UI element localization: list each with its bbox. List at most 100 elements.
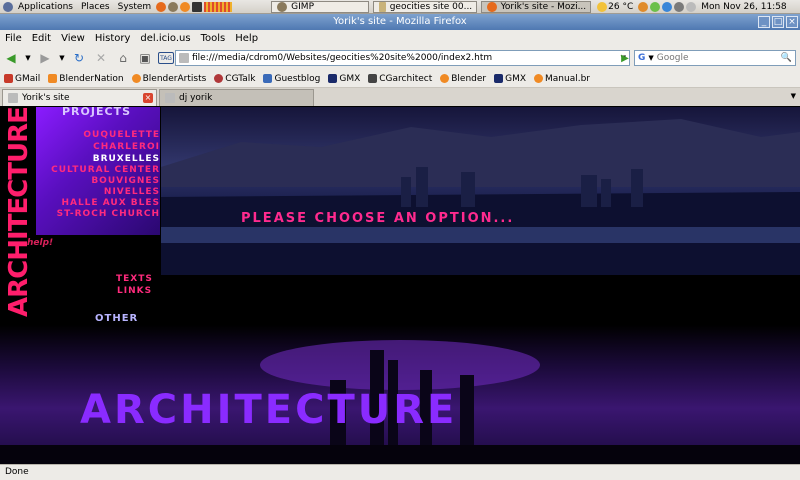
weather-temperature[interactable]: 26 °C [608, 2, 637, 12]
bookmarks-toolbar: GMail BlenderNation BlenderArtists CGTal… [0, 70, 800, 88]
search-engine-dropdown-icon[interactable]: ▼ [648, 54, 653, 62]
blender-icon [440, 74, 450, 83]
project-link-cultural-center[interactable]: CULTURAL CENTER [30, 165, 160, 175]
taskbar-firefox[interactable]: Yorik's site - Mozi... [481, 0, 592, 13]
blender-icon [131, 74, 141, 83]
bookmark-label: CGTalk [225, 73, 256, 84]
window-titlebar[interactable]: Yorik's site - Mozilla Firefox _ □ × [0, 14, 800, 30]
tray-icon-3[interactable] [662, 1, 673, 12]
tray-icon-2[interactable] [650, 1, 661, 12]
minimize-button[interactable]: _ [758, 16, 770, 28]
gnome-foot-icon[interactable] [3, 1, 13, 12]
go-button[interactable]: ▶ [616, 49, 634, 67]
bookmark-guestblog[interactable]: Guestblog [259, 74, 324, 84]
taskbar-geocities-label: geocities site 00... [389, 1, 473, 12]
mountain-silhouette [161, 119, 800, 275]
back-dropdown-icon[interactable]: ▼ [24, 49, 32, 67]
window-title: Yorik's site - Mozilla Firefox [333, 16, 467, 27]
cgarchitect-icon [368, 74, 378, 83]
gimp-icon [277, 1, 288, 12]
tab-bar: Yorik's site × dj yorik ▼ [0, 88, 800, 106]
system-monitor-icon [204, 1, 233, 12]
applications-menu[interactable]: Applications [14, 2, 77, 12]
bookmark-blenderartists[interactable]: BlenderArtists [128, 74, 211, 84]
bookmark-gmx[interactable]: GMX [324, 74, 364, 84]
bookmark-label: GMail [15, 73, 41, 84]
bookmark-label: Guestblog [274, 73, 321, 84]
firefox-launcher-icon[interactable] [156, 1, 167, 12]
bookmark-label: GMX [505, 73, 527, 84]
project-link-ouquelette[interactable]: OUQUELETTE [30, 130, 160, 140]
bottom-city-banner: ARCHITECTURE [0, 325, 800, 464]
url-bar[interactable]: ▼ [175, 50, 630, 66]
bookmark-page-icon[interactable]: ▣ [136, 49, 154, 67]
close-tab-icon[interactable]: × [143, 93, 153, 103]
reload-button[interactable]: ↻ [70, 49, 88, 67]
search-box[interactable]: G ▼ 🔍 [634, 50, 796, 66]
places-menu[interactable]: Places [77, 2, 114, 12]
project-link-bruxelles[interactable]: BRUXELLES [30, 154, 160, 164]
panel-clock[interactable]: Mon Nov 26, 11:58 [697, 2, 790, 12]
bookmark-blendernation[interactable]: BlenderNation [44, 74, 127, 84]
rss-icon [48, 74, 58, 83]
volume-icon[interactable] [686, 1, 697, 12]
search-go-icon[interactable]: 🔍 [781, 53, 795, 63]
google-search-icon[interactable]: G [635, 53, 648, 63]
project-link-nivelles[interactable]: NIVELLES [30, 187, 160, 197]
guestblog-icon [263, 74, 273, 83]
forward-button[interactable]: ▶ [36, 49, 54, 67]
gmx-icon [494, 74, 504, 83]
url-input[interactable] [192, 53, 612, 63]
weather-icon[interactable] [597, 1, 608, 12]
bookmark-label: GMX [339, 73, 361, 84]
navigation-toolbar: ◀ ▼ ▶ ▼ ↻ ✕ ⌂ ▣ TAG ▼ ▶ G ▼ 🔍 [0, 46, 800, 70]
project-link-bouvignes[interactable]: BOUVIGNES [30, 176, 160, 186]
taskbar-firefox-label: Yorik's site - Mozi... [500, 1, 587, 12]
stop-button[interactable]: ✕ [92, 49, 110, 67]
bookmark-manual-br[interactable]: Manual.br [530, 74, 594, 84]
gmail-icon [4, 74, 13, 83]
tab-yoriks-site[interactable]: Yorik's site × [2, 89, 157, 106]
other-heading: OTHER [95, 313, 139, 324]
close-window-button[interactable]: × [786, 16, 798, 28]
gimp-launcher-icon[interactable] [168, 1, 179, 12]
forward-dropdown-icon[interactable]: ▼ [58, 49, 66, 67]
help-link[interactable]: help! [27, 238, 53, 248]
bookmark-label: BlenderNation [59, 73, 124, 84]
blender-launcher-icon[interactable] [180, 1, 191, 12]
texts-link[interactable]: TEXTS [116, 274, 153, 284]
project-link-charleroi[interactable]: CHARLEROI [30, 142, 160, 152]
menu-help[interactable]: Help [230, 33, 263, 44]
project-link-halle-aux-bles[interactable]: HALLE AUX BLES [30, 198, 160, 208]
system-menu[interactable]: System [114, 2, 156, 12]
menu-tools[interactable]: Tools [196, 33, 231, 44]
menu-history[interactable]: History [90, 33, 136, 44]
links-link[interactable]: LINKS [117, 286, 152, 296]
menu-file[interactable]: File [0, 33, 27, 44]
bookmark-cgarchitect[interactable]: CGarchitect [364, 74, 436, 84]
menu-delicious[interactable]: del.icio.us [135, 33, 195, 44]
taskbar-gimp[interactable]: GIMP [271, 0, 370, 13]
search-input[interactable] [656, 53, 777, 63]
tag-button[interactable]: TAG [158, 52, 174, 64]
menu-view[interactable]: View [56, 33, 90, 44]
bookmark-gmail[interactable]: GMail [0, 74, 44, 84]
taskbar-geocities-folder[interactable]: geocities site 00... [373, 0, 478, 13]
bookmark-blender[interactable]: Blender [436, 74, 490, 84]
page-favicon-icon [179, 53, 189, 63]
home-button[interactable]: ⌂ [114, 49, 132, 67]
choose-option-heading: PLEASE CHOOSE AN OPTION... [241, 211, 515, 226]
projects-title: PROJECTS [62, 107, 131, 118]
tray-icon-1[interactable] [638, 1, 649, 12]
tray-icon-4[interactable] [674, 1, 685, 12]
bookmark-gmx-2[interactable]: GMX [490, 74, 530, 84]
menu-edit[interactable]: Edit [27, 33, 56, 44]
maximize-button[interactable]: □ [772, 16, 784, 28]
tab-dj-yorik[interactable]: dj yorik [159, 89, 314, 106]
project-link-st-roch-church[interactable]: ST-ROCH CHURCH [30, 209, 160, 219]
bookmark-cgtalk[interactable]: CGTalk [210, 74, 259, 84]
tab-list-dropdown-icon[interactable]: ▼ [791, 92, 796, 100]
taskbar-gimp-label: GIMP [291, 1, 314, 12]
back-button[interactable]: ◀ [2, 49, 20, 67]
terminal-launcher-icon[interactable] [192, 1, 203, 12]
